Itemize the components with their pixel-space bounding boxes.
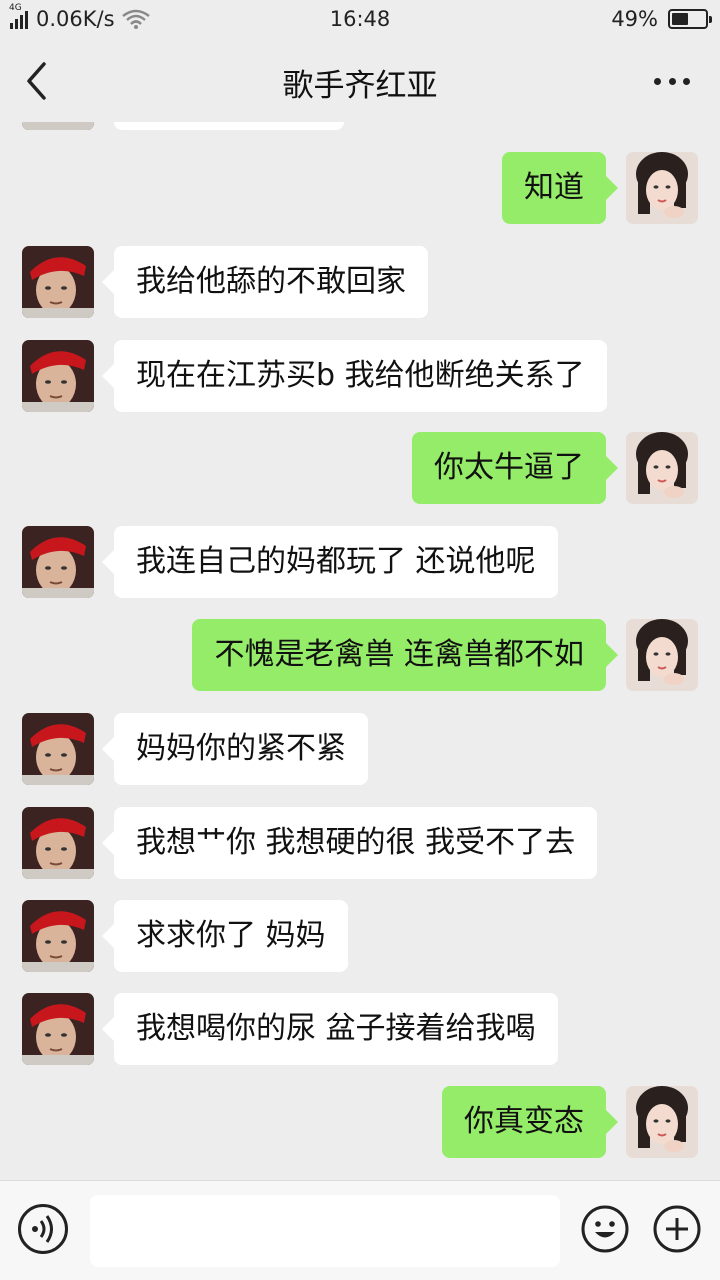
chat-title: 歌手齐红亚 (282, 68, 438, 104)
message-row: 我给他舔的不敢回家 (0, 122, 720, 130)
battery-icon (668, 9, 712, 29)
message-row: 不愧是老禽兽 连禽兽都不如 (0, 619, 720, 691)
incoming-message[interactable]: 现在在江苏买b 我给他断绝关系了 (102, 340, 607, 412)
my-avatar[interactable] (626, 432, 698, 504)
incoming-message[interactable]: 我想艹你 我想硬的很 我受不了去 (101, 807, 598, 879)
contact-avatar[interactable] (22, 713, 94, 785)
contact-avatar[interactable] (22, 900, 94, 972)
outgoing-message[interactable]: 你真变态 (442, 1086, 618, 1158)
battery-fill (672, 13, 688, 25)
incoming-message[interactable]: 我给他舔的不敢回家 (114, 122, 344, 130)
voice-icon[interactable] (18, 1204, 68, 1254)
contact-avatar[interactable] (22, 993, 94, 1065)
battery-percent: 49% (611, 7, 658, 31)
contact-avatar[interactable] (22, 526, 94, 598)
message-row: 我给他舔的不敢回家 (0, 246, 720, 318)
incoming-message[interactable]: 我给他舔的不敢回家 (102, 246, 428, 318)
message-row: 你真变态 (0, 1086, 720, 1158)
my-avatar[interactable] (626, 1086, 698, 1158)
contact-avatar[interactable] (22, 340, 94, 412)
message-row: 求求你了 妈妈 (0, 900, 720, 972)
emoji-icon[interactable] (580, 1204, 630, 1254)
message-list[interactable]: 我给他舔的不敢回家知道我给他舔的不敢回家现在在江苏买b 我给他断绝关系了你太牛逼… (0, 122, 720, 1174)
message-row: 你太牛逼了 (0, 432, 720, 504)
incoming-message[interactable]: 求求你了 妈妈 (102, 900, 348, 972)
chat-header: 歌手齐红亚 (0, 40, 720, 122)
status-right: 49% (611, 7, 712, 31)
message-row: 知道 (0, 152, 720, 224)
message-row: 妈妈你的紧不紧 (0, 713, 720, 785)
incoming-message[interactable]: 我连自己的妈都玩了 还说他呢 (102, 526, 558, 598)
message-row: 我想喝你的尿 盆子接着给我喝 (0, 993, 720, 1065)
contact-avatar[interactable] (22, 122, 94, 130)
message-input[interactable] (90, 1195, 560, 1267)
outgoing-message[interactable]: 你太牛逼了 (412, 432, 618, 504)
message-row: 现在在江苏买b 我给他断绝关系了 (0, 340, 720, 412)
message-row: 我连自己的妈都玩了 还说他呢 (0, 526, 720, 598)
incoming-message[interactable]: 妈妈你的紧不紧 (102, 713, 368, 785)
outgoing-message[interactable]: 不愧是老禽兽 连禽兽都不如 (192, 619, 618, 691)
status-bar: 4G 0.06K/s 16:48 49% (0, 0, 720, 38)
plus-icon[interactable] (652, 1204, 702, 1254)
more-dots-icon[interactable] (654, 66, 690, 96)
my-avatar[interactable] (626, 152, 698, 224)
outgoing-message[interactable]: 知道 (502, 152, 618, 224)
incoming-message[interactable]: 我想喝你的尿 盆子接着给我喝 (102, 993, 558, 1065)
input-bar (0, 1180, 720, 1280)
contact-avatar[interactable] (22, 807, 94, 879)
message-row: 我想艹你 我想硬的很 我受不了去 (0, 807, 720, 879)
my-avatar[interactable] (626, 619, 698, 691)
contact-avatar[interactable] (22, 246, 94, 318)
